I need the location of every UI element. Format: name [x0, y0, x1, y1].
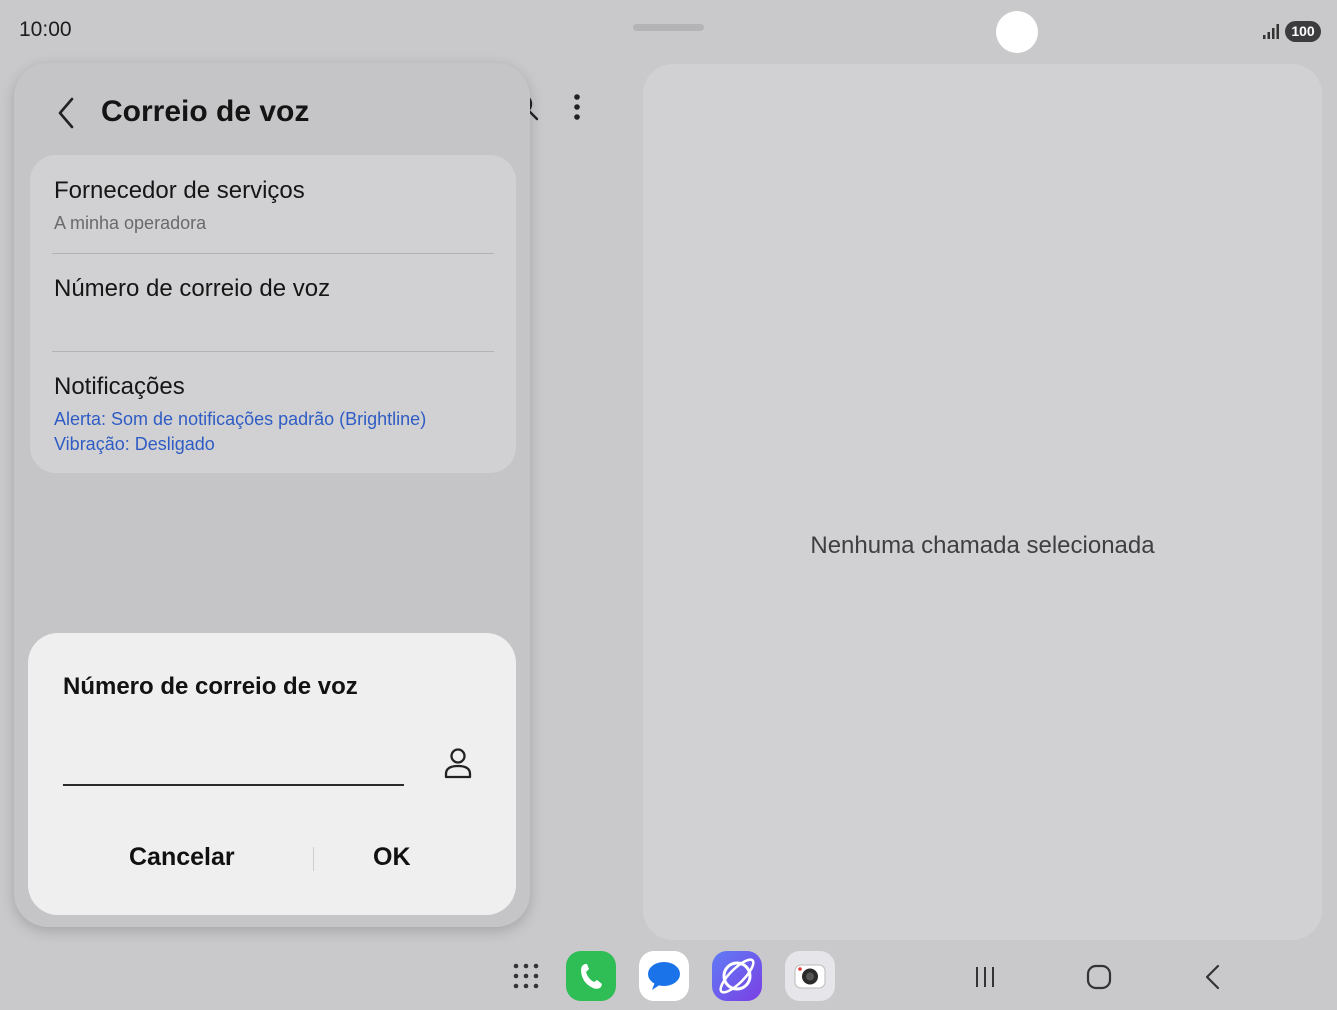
home-icon[interactable] — [1084, 962, 1114, 992]
nav-back-icon[interactable] — [1198, 962, 1228, 992]
contact-picker-icon[interactable] — [440, 745, 476, 781]
page-title: Correio de voz — [101, 95, 310, 128]
status-time: 10:00 — [19, 18, 72, 41]
cancel-button[interactable]: Cancelar — [129, 843, 235, 872]
camera-cutout — [996, 11, 1038, 53]
setting-title: Número de correio de voz — [54, 275, 331, 302]
battery-indicator: 100 — [1285, 21, 1321, 42]
setting-notifications[interactable]: Notificações Alerta: Som de notificações… — [30, 352, 516, 473]
settings-list: Fornecedor de serviços A minha operadora… — [30, 155, 516, 473]
signal-icon — [1263, 24, 1279, 39]
setting-title: Notificações — [54, 373, 185, 400]
window-drag-handle[interactable] — [633, 24, 704, 31]
app-drawer-icon[interactable] — [512, 962, 540, 990]
setting-service-provider[interactable]: Fornecedor de serviços A minha operadora — [30, 155, 516, 253]
recent-apps-icon[interactable] — [970, 962, 1000, 992]
call-detail-pane: Nenhuma chamada selecionada — [643, 64, 1322, 940]
empty-state-message: Nenhuma chamada selecionada — [810, 532, 1155, 559]
messages-icon — [648, 962, 680, 990]
messages-app-icon[interactable] — [639, 951, 689, 1001]
setting-voicemail-number[interactable]: Número de correio de voz — [30, 254, 516, 351]
dialog-title: Número de correio de voz — [63, 673, 358, 700]
button-separator — [313, 847, 314, 871]
phone-icon — [581, 964, 602, 989]
ok-button[interactable]: OK — [373, 843, 411, 872]
voicemail-number-input[interactable] — [63, 740, 404, 786]
setting-title: Fornecedor de serviços — [54, 177, 305, 204]
camera-icon — [794, 964, 826, 989]
internet-icon — [719, 958, 755, 994]
internet-app-icon[interactable] — [712, 951, 762, 1001]
voicemail-settings-window: Correio de voz Fornecedor de serviços A … — [14, 63, 530, 927]
setting-vibration-subtitle: Vibração: Desligado — [54, 434, 215, 454]
more-options-icon[interactable] — [563, 92, 591, 124]
voicemail-number-dialog: Número de correio de voz Cancelar OK — [28, 633, 516, 915]
setting-subtitle: A minha operadora — [54, 213, 207, 233]
camera-app-icon[interactable] — [785, 951, 835, 1001]
back-arrow-icon[interactable] — [52, 93, 82, 133]
setting-alert-subtitle: Alerta: Som de notificações padrão (Brig… — [54, 409, 427, 429]
phone-app-icon[interactable] — [566, 951, 616, 1001]
